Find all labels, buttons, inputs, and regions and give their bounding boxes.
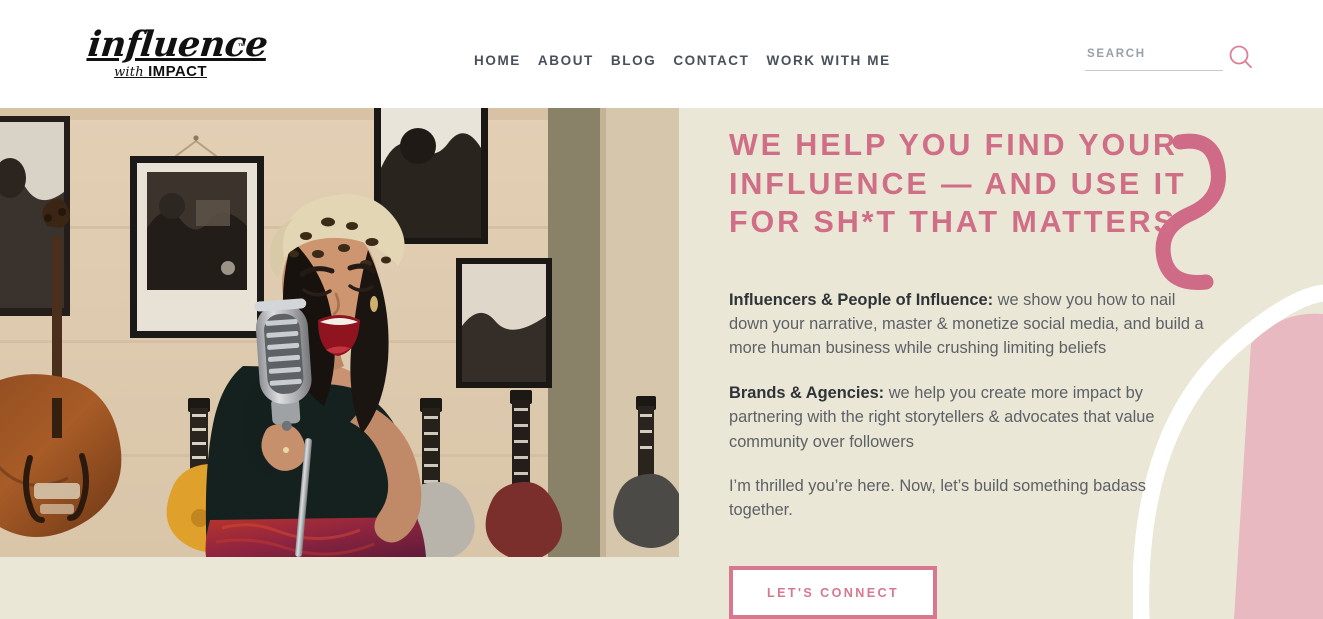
- nav-item-work-with-me[interactable]: WORK WITH ME: [767, 52, 891, 69]
- search-area: [1085, 44, 1255, 76]
- logo-subtitle: with IMPACT: [88, 64, 233, 81]
- hero-paragraph-closing: I’m thrilled you’re here. Now, let’s bui…: [729, 474, 1211, 523]
- nav-item-blog[interactable]: BLOG: [611, 52, 656, 69]
- hero-photo-illustration: [0, 108, 679, 557]
- search-icon: [1229, 45, 1252, 69]
- hero-paragraph-brands-lead: Brands & Agencies:: [729, 383, 885, 402]
- hero-headline: WE HELP YOU FIND YOUR INFLUENCE — AND US…: [729, 128, 1187, 239]
- hero-paragraph-closing-body: I’m thrilled you’re here. Now, let’s bui…: [729, 476, 1146, 520]
- site-header: influence ™ with IMPACT HOME ABOUT BLOG C…: [0, 0, 1323, 108]
- hero-paragraph-brands: Brands & Agencies: we help you create mo…: [729, 381, 1211, 454]
- logo-script-text: influence ™: [86, 24, 270, 65]
- hero-copy: WE HELP YOU FIND YOUR INFLUENCE — AND US…: [729, 126, 1229, 619]
- nav-item-about[interactable]: ABOUT: [538, 52, 594, 69]
- search-button[interactable]: [1226, 42, 1256, 72]
- nav-item-contact[interactable]: CONTACT: [673, 52, 749, 69]
- pink-blob-shape: [1234, 313, 1323, 619]
- main-navigation: HOME ABOUT BLOG CONTACT WORK WITH ME: [474, 52, 891, 69]
- lets-connect-button[interactable]: LET'S CONNECT: [729, 565, 938, 619]
- hero-photo: [0, 108, 679, 557]
- site-logo[interactable]: influence ™ with IMPACT: [86, 24, 270, 86]
- nav-item-home[interactable]: HOME: [474, 52, 521, 69]
- search-input[interactable]: [1085, 44, 1223, 71]
- hero-paragraph-influencers-lead: Influencers & People of Influence:: [729, 290, 994, 309]
- logo-subtitle-impact: IMPACT: [148, 63, 207, 80]
- hero-paragraph-influencers: Influencers & People of Influence: we sh…: [729, 288, 1211, 361]
- hero-section: WE HELP YOU FIND YOUR INFLUENCE — AND US…: [0, 108, 1323, 619]
- logo-subtitle-with: with: [114, 65, 149, 80]
